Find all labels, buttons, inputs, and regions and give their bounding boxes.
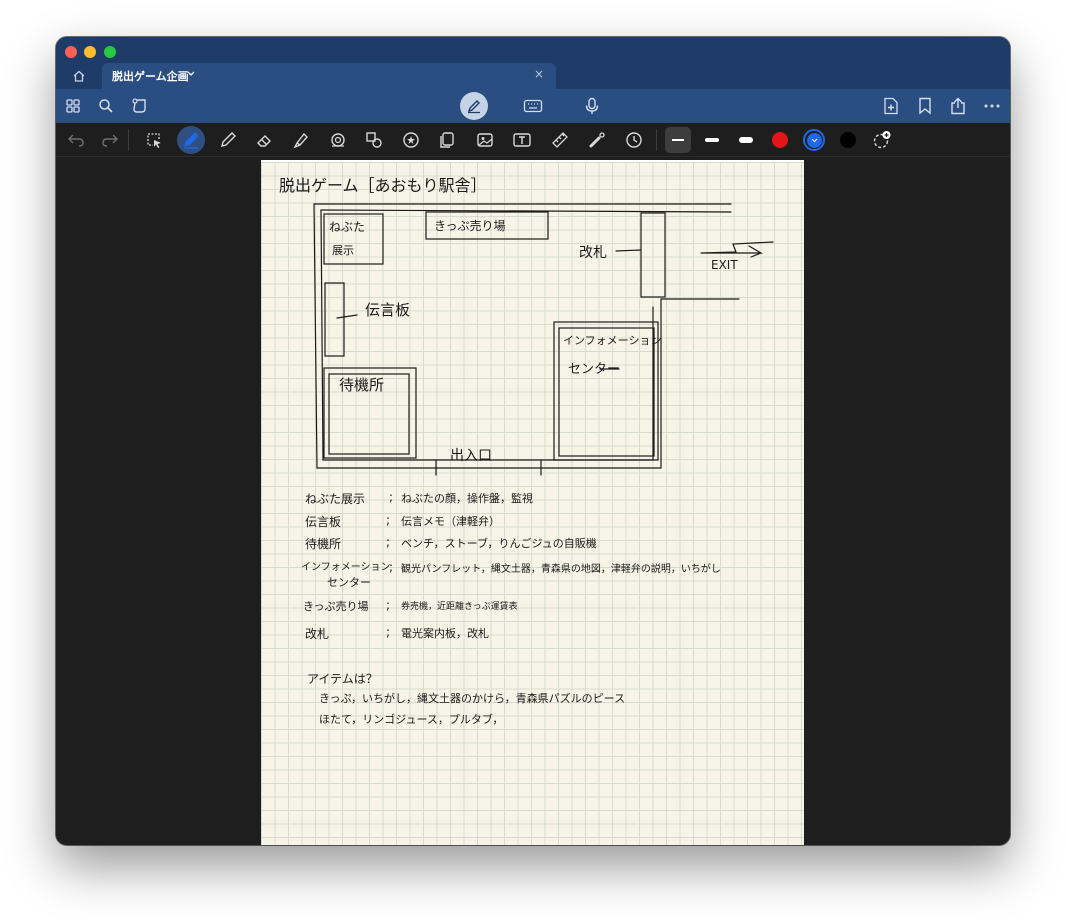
home-tab[interactable] xyxy=(64,64,94,88)
map-label-deiriguchi: 出入口 xyxy=(450,448,492,464)
map-label-dengon: 伝言板 xyxy=(365,301,411,319)
legend-sep: ; xyxy=(386,513,391,527)
more-icon[interactable] xyxy=(983,97,1001,115)
color-swatch-selected xyxy=(803,129,825,151)
color-black-button[interactable] xyxy=(835,127,861,153)
thick-stroke-button[interactable] xyxy=(733,127,759,153)
element-icon[interactable] xyxy=(361,127,387,153)
map-label-kippu: きっぷ売り場 xyxy=(434,219,506,233)
bookmark-icon[interactable] xyxy=(916,97,934,115)
map-label-nebuta: ねぶた xyxy=(329,220,366,234)
legend-sep: ; xyxy=(389,560,394,574)
items-line2: ほたて，リンゴジュース，プルタブ， xyxy=(319,713,504,726)
pencil-icon[interactable] xyxy=(215,127,241,153)
note-title: 脱出ゲーム［あおもり駅舎］ xyxy=(279,176,487,195)
zoom-window-button[interactable] xyxy=(104,46,116,58)
top-toolbar xyxy=(56,89,1010,123)
search-icon[interactable] xyxy=(97,97,115,115)
document-tab-title: 脱出ゲーム企画 xyxy=(112,70,189,83)
legend-name-line2: センター xyxy=(327,576,371,589)
legend-name: 待機所 xyxy=(305,537,342,551)
close-tab-button[interactable]: × xyxy=(534,67,544,81)
close-window-button[interactable] xyxy=(65,46,77,58)
color-red-button[interactable] xyxy=(767,127,793,153)
redo-icon[interactable] xyxy=(97,127,123,153)
history-icon[interactable] xyxy=(621,127,647,153)
legend-sep: ; xyxy=(389,490,394,504)
stroke-swatch xyxy=(672,139,684,141)
color-swatch xyxy=(772,132,788,148)
legend-sep: ; xyxy=(386,535,391,549)
medium-stroke-button[interactable] xyxy=(699,127,725,153)
text-icon[interactable] xyxy=(509,127,535,153)
map-label-exit: EXIT xyxy=(711,258,738,272)
add-color-button[interactable] xyxy=(869,127,895,153)
legend-name: ねぶた展示 xyxy=(305,492,366,506)
undo-icon[interactable] xyxy=(63,127,89,153)
copy-icon[interactable] xyxy=(434,127,460,153)
color-swatch xyxy=(840,132,856,148)
eraser-icon[interactable] xyxy=(251,127,277,153)
keyboard-icon[interactable] xyxy=(523,97,543,115)
map-label-tenji: 展示 xyxy=(332,244,354,257)
legend-desc: 伝言メモ（津軽弁） xyxy=(401,515,500,528)
legend-name: インフォメーション xyxy=(301,562,391,573)
add-page-icon[interactable] xyxy=(882,97,900,115)
laser-icon[interactable] xyxy=(584,127,610,153)
image-icon[interactable] xyxy=(472,127,498,153)
sticker-icon[interactable] xyxy=(398,127,424,153)
color-blue-button[interactable] xyxy=(801,127,827,153)
shapes-icon[interactable] xyxy=(325,127,351,153)
items-line1: きっぷ，いちがし，縄文土器のかけら，青森県パズルのピース xyxy=(319,692,626,705)
chevron-down-icon xyxy=(811,138,817,142)
chevron-down-icon[interactable] xyxy=(186,68,196,78)
add-color-icon xyxy=(873,131,891,149)
legend-sep: ; xyxy=(386,625,391,639)
legend-desc: ねぶたの顔，操作盤，監視 xyxy=(401,492,533,505)
document-tab[interactable]: 脱出ゲーム企画 × xyxy=(102,63,556,89)
pen-icon[interactable] xyxy=(177,126,205,154)
legend-desc: 観光パンフレット，縄文土器，青森県の地図，津軽弁の説明，いちがし xyxy=(401,564,721,575)
legend-desc: 券売機，近距離きっぷ運賃表 xyxy=(401,602,518,612)
notebook-page[interactable]: 脱出ゲーム［あおもり駅舎］ ねぶた 展示 きっぷ売り場 改札 EXIT 伝言板 … xyxy=(261,160,804,845)
stroke-swatch xyxy=(705,138,719,142)
lasso-select-icon[interactable] xyxy=(141,127,167,153)
thumbnails-icon[interactable] xyxy=(64,97,82,115)
microphone-icon[interactable] xyxy=(583,97,601,115)
items-title: アイテムは？ xyxy=(307,672,378,686)
app-window: 脱出ゲーム企画 × 脱出ゲーム［あおもり駅舎］ ねぶた 展示 きっぷ売り場 改札… xyxy=(56,37,1010,845)
stroke-swatch xyxy=(739,137,753,143)
canvas-area: 脱出ゲーム［あおもり駅舎］ ねぶた 展示 きっぷ売り場 改札 EXIT 伝言板 … xyxy=(56,157,1010,845)
home-icon xyxy=(73,70,85,82)
ruler-icon[interactable] xyxy=(547,127,573,153)
toolbar-divider xyxy=(656,129,657,151)
tool-bar xyxy=(56,123,1010,157)
highlighter-icon[interactable] xyxy=(288,127,314,153)
legend-name: きっぷ売り場 xyxy=(303,600,369,613)
toolbar-divider xyxy=(128,129,129,151)
lasso-icon[interactable] xyxy=(131,97,149,115)
legend-desc: 電光案内板，改札 xyxy=(401,627,489,640)
legend-desc: ベンチ，ストーブ，りんごジュの自販機 xyxy=(401,537,597,550)
legend-name: 伝言板 xyxy=(305,515,342,529)
title-bar: 脱出ゲーム企画 × xyxy=(56,37,1010,89)
minimize-window-button[interactable] xyxy=(84,46,96,58)
share-icon[interactable] xyxy=(949,97,967,115)
legend-name: 改札 xyxy=(305,627,330,641)
map-label-machiai: 待機所 xyxy=(339,376,385,394)
map-label-info2: センター xyxy=(568,362,621,377)
map-label-info1: インフォメーション xyxy=(563,334,662,347)
legend-sep: ; xyxy=(386,598,391,612)
pen-mode-icon[interactable] xyxy=(460,92,488,120)
map-label-kaisatsu: 改札 xyxy=(579,245,607,261)
thin-stroke-button[interactable] xyxy=(665,127,691,153)
